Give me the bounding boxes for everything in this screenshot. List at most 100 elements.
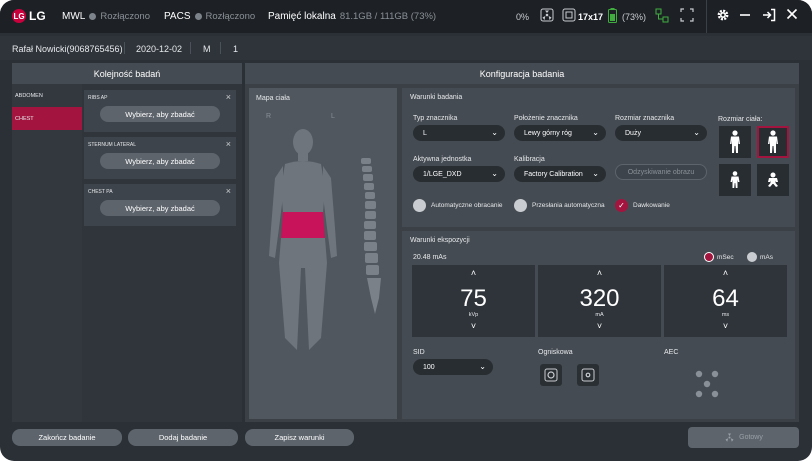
detector-size: 17x17 — [578, 12, 604, 22]
chevron-down-icon: ⌄ — [693, 128, 700, 137]
chevron-down-icon[interactable]: ˅ — [538, 321, 661, 331]
radiation-icon — [540, 8, 554, 22]
end-exam-button[interactable]: Zakończ badanie — [12, 429, 122, 446]
marker-position-select[interactable]: Lewy górny róg ⌄ — [514, 125, 606, 141]
large-focus-button[interactable] — [540, 364, 562, 386]
body-silhouette[interactable] — [263, 128, 343, 354]
spine-diagram[interactable] — [353, 158, 385, 318]
body-size-label: Rozmiar ciała: — [718, 116, 763, 123]
fullscreen-icon[interactable] — [680, 8, 694, 22]
logout-icon[interactable] — [762, 8, 776, 22]
exam-card-title: STERNUM LATERAL — [88, 142, 136, 148]
select-exam-button[interactable]: Wybierz, aby zbadać — [100, 153, 220, 169]
mwl-label: MWL — [62, 11, 86, 22]
active-unit-value: 1/LGE_DXD — [423, 170, 462, 178]
small-focus-button[interactable] — [577, 364, 599, 386]
sid-select[interactable]: 100 ⌄ — [413, 359, 493, 375]
body-map-left-label: L — [331, 113, 335, 120]
select-exam-button[interactable]: Wybierz, aby zbadać — [100, 200, 220, 216]
close-icon[interactable] — [786, 8, 798, 20]
patient-date: 2020-12-02 — [136, 44, 183, 54]
lg-logo-text: LG — [29, 9, 46, 23]
memory-value: 81.1GB / 111GB (73%) — [339, 11, 437, 22]
marker-size-label: Rozmiar znacznika — [615, 115, 675, 122]
chevron-up-icon[interactable]: ˄ — [412, 268, 535, 278]
patient-divider — [220, 42, 221, 54]
mas-radio[interactable]: mAs — [747, 252, 773, 262]
ms-unit: ms — [721, 312, 730, 318]
marker-size-value: Duży — [625, 129, 641, 137]
auto-rotate-checkbox[interactable]: Automatyczne obracanie — [413, 199, 503, 212]
ma-unit: mA — [595, 312, 604, 318]
percent-readout: 0% — [516, 12, 530, 22]
active-unit-select[interactable]: 1/LGE_DXD ⌄ — [413, 166, 505, 182]
calibration-label: Kalibracja — [514, 156, 545, 163]
exam-category-list: ABDOMEN CHEST — [12, 84, 82, 422]
sid-value: 100 — [423, 363, 435, 371]
chevron-down-icon: ⌄ — [479, 362, 486, 371]
patient-sex: M — [203, 44, 211, 54]
marker-size-select[interactable]: Duży ⌄ — [615, 125, 707, 141]
chevron-down-icon[interactable]: ˅ — [664, 321, 787, 331]
chevron-down-icon: ⌄ — [592, 128, 599, 137]
kvp-control: ˄ 75 kVp ˅ — [412, 265, 535, 337]
large-focus-icon — [544, 368, 558, 382]
body-size-infant[interactable] — [757, 164, 789, 196]
focus-label: Ogniskowa — [538, 349, 573, 356]
topbar-divider — [706, 0, 707, 33]
patient-bar: Rafał Nowicki(9068765456) 2020-12-02 M 1 — [0, 36, 812, 60]
adult-figure-icon — [768, 130, 778, 153]
highlighted-region-abdomen[interactable] — [281, 212, 325, 238]
chevron-down-icon: ⌄ — [491, 169, 498, 178]
mas-label: mAs — [760, 253, 773, 261]
msec-radio[interactable]: mSec — [704, 252, 734, 262]
body-size-adult-slim[interactable] — [719, 126, 751, 158]
chevron-down-icon: ⌄ — [592, 169, 599, 178]
add-exam-button[interactable]: Dodaj badanie — [128, 429, 238, 446]
ready-button[interactable]: Gotowy — [688, 427, 799, 448]
calibration-select[interactable]: Factory Calibration ⌄ — [514, 166, 606, 182]
marker-type-label: Typ znacznika — [413, 115, 458, 122]
aec-chamber-icon[interactable] — [692, 369, 722, 399]
body-map-panel: Mapa ciała R L — [249, 88, 397, 419]
body-size-child[interactable] — [719, 164, 751, 196]
app-window: LG LG MWL Rozłączono PACS Rozłączono Pam… — [0, 0, 812, 461]
ma-value: 320 — [579, 285, 620, 312]
exam-conditions-title: Warunki badania — [410, 94, 463, 101]
auto-rotate-label: Automatyczne obracanie — [431, 202, 503, 209]
detector-icon — [562, 8, 576, 22]
adult-figure-icon — [730, 130, 740, 153]
gear-icon[interactable] — [716, 8, 730, 22]
network-icon — [655, 8, 669, 23]
marker-type-select[interactable]: L ⌄ — [413, 125, 505, 141]
exam-card-title: RIBS AP — [88, 95, 108, 101]
auto-send-checkbox[interactable]: Przesłania automatyczna — [514, 199, 605, 212]
category-item-chest[interactable]: CHEST — [12, 107, 82, 130]
exam-order-header: Kolejność badań — [12, 63, 242, 84]
close-icon[interactable]: × — [226, 92, 231, 102]
dosing-checkbox[interactable]: ✓ Dawkowanie — [615, 199, 670, 212]
msec-label: mSec — [717, 253, 734, 261]
category-item-abdomen[interactable]: ABDOMEN — [12, 84, 82, 107]
save-conditions-button[interactable]: Zapisz warunki — [245, 429, 354, 446]
marker-type-value: L — [423, 129, 427, 137]
chevron-up-icon[interactable]: ˄ — [664, 268, 787, 278]
body-size-adult-large[interactable] — [757, 126, 789, 158]
top-bar: LG LG MWL Rozłączono PACS Rozłączono Pam… — [0, 0, 812, 33]
select-exam-button[interactable]: Wybierz, aby zbadać — [100, 106, 220, 122]
mwl-status: MWL Rozłączono — [62, 11, 150, 22]
close-icon[interactable]: × — [226, 186, 231, 196]
close-icon[interactable]: × — [226, 139, 231, 149]
image-recovery-button[interactable]: Odzyskiwanie obrazu — [615, 164, 707, 180]
chevron-up-icon[interactable]: ˄ — [538, 268, 661, 278]
memory-label: Pamięć lokalna — [268, 11, 336, 22]
exam-card: STERNUM LATERAL × Wybierz, aby zbadać — [84, 137, 236, 179]
minimize-icon[interactable] — [739, 8, 751, 22]
local-memory: Pamięć lokalna 81.1GB / 111GB (73%) — [268, 11, 436, 22]
radio-indicator — [747, 252, 757, 262]
infant-figure-icon — [768, 172, 778, 187]
kvp-unit: kVp — [468, 312, 479, 318]
chevron-down-icon[interactable]: ˅ — [412, 321, 535, 331]
body-map-right-label: R — [266, 113, 272, 120]
mwl-dot-icon — [89, 13, 97, 20]
